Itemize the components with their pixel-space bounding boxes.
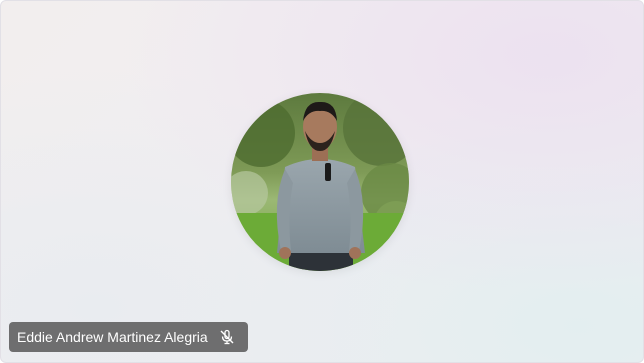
- participant-avatar: [231, 93, 409, 271]
- participant-name: Eddie Andrew Martinez Alegria: [17, 329, 208, 345]
- video-tile[interactable]: Eddie Andrew Martinez Alegria: [0, 0, 644, 363]
- mic-off-icon: [218, 328, 236, 346]
- participant-name-tag: Eddie Andrew Martinez Alegria: [9, 322, 248, 352]
- mic-off-icon-svg: [220, 329, 234, 345]
- avatar-photo: [231, 93, 409, 271]
